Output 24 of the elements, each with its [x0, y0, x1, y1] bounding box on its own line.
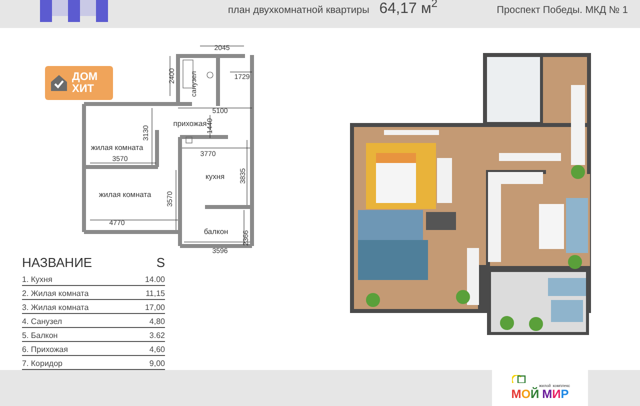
address-text: Проспект Победы. МКД № 1 — [496, 4, 628, 18]
table-cell: 1. Кухня — [22, 274, 52, 285]
column-header: S — [156, 255, 165, 271]
house-check-icon — [49, 73, 69, 93]
table-cell: 17,00 — [144, 302, 165, 313]
table-cell: 14.00 — [144, 274, 165, 285]
table-cell: 4,60 — [149, 344, 165, 355]
table-cell: 2. Жилая комната — [22, 288, 89, 299]
building-logo-icon — [512, 375, 526, 383]
logo-text: МИР — [542, 388, 569, 401]
table-cell: 6. Прихожая — [22, 344, 68, 355]
table-cell: 3. Жилая комната — [22, 302, 89, 313]
badge-text: ХИТ — [72, 83, 95, 95]
badge-text: ДОМ — [72, 71, 98, 83]
table-cell: 5. Балкон — [22, 330, 58, 341]
table-cell: 3.62 — [149, 330, 165, 341]
table-cell: 9,00 — [149, 358, 165, 369]
table-cell: 7. Коридор — [22, 358, 62, 369]
table-cell: 4. Санузел — [22, 316, 62, 327]
column-header: НАЗВАНИЕ — [22, 255, 92, 271]
table-cell: 11,15 — [146, 288, 165, 299]
plan-subtitle: план двухкомнатной квартиры — [228, 4, 370, 18]
logo-text: МОЙ — [511, 388, 540, 401]
table-cell: 4,80 — [149, 316, 165, 327]
